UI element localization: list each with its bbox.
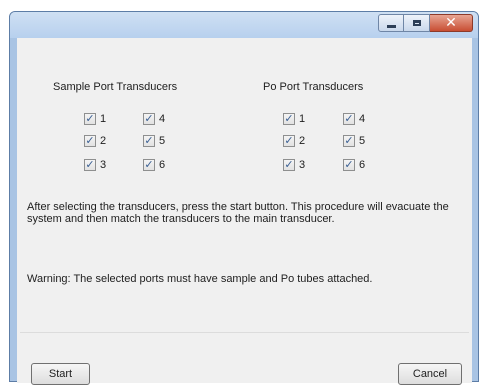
close-button[interactable]: ✕ — [430, 14, 473, 32]
checkbox-label: 1 — [299, 113, 306, 125]
checkbox-label: 4 — [359, 113, 366, 125]
sample-checkbox-4[interactable]: ✓ 4 — [143, 113, 165, 125]
po-checkbox-3[interactable]: ✓ 3 — [283, 159, 305, 171]
po-checkbox-6[interactable]: ✓ 6 — [343, 159, 365, 171]
start-button[interactable]: Start — [31, 363, 90, 385]
checkbox-box[interactable]: ✓ — [143, 135, 155, 147]
checkbox-box[interactable]: ✓ — [84, 159, 96, 171]
checkbox-label: 5 — [359, 135, 366, 147]
sample-port-title: Sample Port Transducers — [53, 81, 178, 93]
sample-checkbox-2[interactable]: ✓ 2 — [84, 135, 106, 147]
check-icon: ✓ — [85, 134, 95, 147]
maximize-icon — [412, 20, 421, 26]
checkbox-label: 6 — [159, 159, 166, 171]
checkbox-label: 2 — [100, 135, 107, 147]
close-icon: ✕ — [445, 15, 457, 31]
check-icon: ✓ — [344, 134, 354, 147]
dialog-window: ✕ Sample Port Transducers Po Port Transd… — [9, 11, 479, 385]
checkbox-label: 3 — [100, 159, 107, 171]
checkbox-label: 3 — [299, 159, 306, 171]
po-checkbox-4[interactable]: ✓ 4 — [343, 113, 365, 125]
checkbox-box[interactable]: ✓ — [343, 135, 355, 147]
check-icon: ✓ — [85, 158, 95, 171]
checkbox-label: 4 — [159, 113, 166, 125]
checkbox-label: 5 — [159, 135, 166, 147]
caption-buttons: ✕ — [378, 14, 473, 32]
checkbox-box[interactable]: ✓ — [343, 113, 355, 125]
sample-checkbox-5[interactable]: ✓ 5 — [143, 135, 165, 147]
check-icon: ✓ — [284, 158, 294, 171]
checkbox-box[interactable]: ✓ — [143, 113, 155, 125]
check-icon: ✓ — [344, 158, 354, 171]
sample-checkbox-6[interactable]: ✓ 6 — [143, 159, 165, 171]
checkbox-box[interactable]: ✓ — [343, 159, 355, 171]
checkbox-label: 6 — [359, 159, 366, 171]
check-icon: ✓ — [284, 112, 294, 125]
checkbox-box[interactable]: ✓ — [283, 159, 295, 171]
sample-checkbox-3[interactable]: ✓ 3 — [84, 159, 106, 171]
title-bar[interactable]: ✕ — [10, 12, 478, 38]
check-icon: ✓ — [144, 134, 154, 147]
checkbox-box[interactable]: ✓ — [84, 135, 96, 147]
checkbox-box[interactable]: ✓ — [283, 113, 295, 125]
warning-text: Warning: The selected ports must have sa… — [27, 273, 373, 285]
cancel-button[interactable]: Cancel — [398, 363, 462, 385]
checkbox-box[interactable]: ✓ — [143, 159, 155, 171]
sample-checkbox-1[interactable]: ✓ 1 — [84, 113, 106, 125]
separator — [20, 332, 469, 333]
dialog-content: Sample Port Transducers Po Port Transduc… — [17, 38, 472, 385]
po-checkbox-1[interactable]: ✓ 1 — [283, 113, 305, 125]
checkbox-box[interactable]: ✓ — [283, 135, 295, 147]
po-checkbox-2[interactable]: ✓ 2 — [283, 135, 305, 147]
check-icon: ✓ — [144, 158, 154, 171]
check-icon: ✓ — [144, 112, 154, 125]
check-icon: ✓ — [284, 134, 294, 147]
check-icon: ✓ — [85, 112, 95, 125]
po-port-title: Po Port Transducers — [263, 81, 364, 93]
instructions-text: After selecting the transducers, press t… — [27, 201, 449, 225]
checkbox-label: 1 — [100, 113, 107, 125]
checkbox-label: 2 — [299, 135, 306, 147]
minimize-button[interactable] — [378, 14, 404, 32]
maximize-button[interactable] — [404, 14, 430, 32]
check-icon: ✓ — [344, 112, 354, 125]
checkbox-box[interactable]: ✓ — [84, 113, 96, 125]
po-checkbox-5[interactable]: ✓ 5 — [343, 135, 365, 147]
minimize-icon — [386, 24, 396, 28]
